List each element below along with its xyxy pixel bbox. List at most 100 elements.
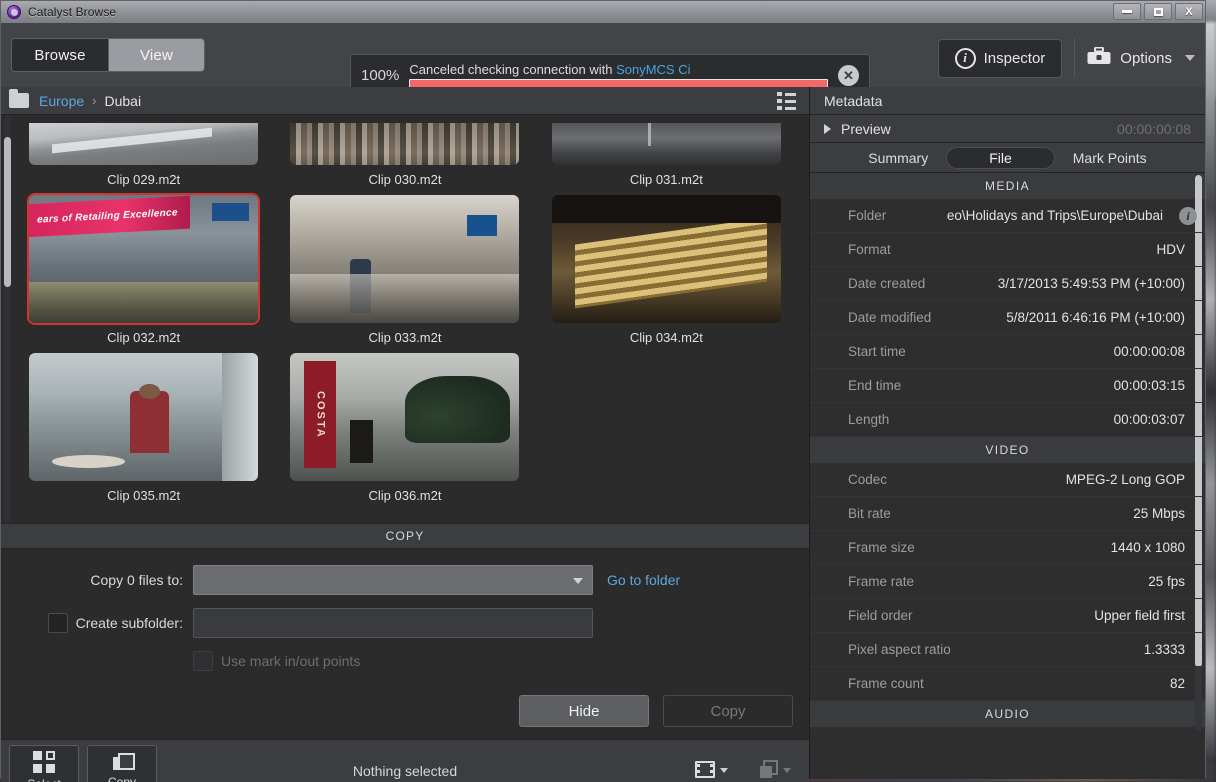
hide-button[interactable]: Hide (519, 695, 649, 727)
metadata-value: 3/17/2013 5:49:53 PM (+10:00) (997, 276, 1185, 291)
tab-mark-points[interactable]: Mark Points (1055, 147, 1165, 169)
clip-item[interactable]: ears of Retailing Excellence Clip 032.m2… (13, 187, 274, 345)
inspector-button[interactable]: i Inspector (937, 38, 1063, 78)
clip-thumbnail-detail (221, 353, 259, 481)
clip-label: Clip 029.m2t (107, 172, 181, 187)
clip-scrollbar-thumb[interactable] (4, 137, 11, 287)
clip-thumbnail-detail (405, 376, 511, 443)
clip-thumbnail-detail (29, 282, 259, 323)
file-mode-button[interactable]: File (695, 761, 729, 782)
clip-thumbnail-detail (350, 419, 373, 464)
copy-destination-row: Copy 0 files to: Go to folder (1, 565, 809, 595)
window-title: Catalyst Browse (28, 5, 117, 19)
clip-thumbnail-image (551, 195, 781, 323)
chevron-down-icon[interactable] (720, 768, 729, 773)
clip-thumbnail[interactable] (290, 195, 520, 323)
chevron-down-icon[interactable] (783, 768, 792, 773)
clip-thumbnail[interactable] (551, 195, 781, 323)
metadata-row-pixel-aspect-ratio: Pixel aspect ratio 1.3333 (810, 633, 1205, 667)
options-button[interactable]: Options (1087, 46, 1195, 70)
clip-label: Clip 033.m2t (368, 330, 442, 345)
progress-body: Canceled checking connection with SonyMC… (409, 62, 828, 90)
toolbox-icon (1087, 46, 1111, 70)
metadata-key: Format (848, 242, 891, 257)
metadata-tabs: Summary File Mark Points (810, 143, 1205, 173)
clip-item[interactable]: Clip 030.m2t (274, 115, 535, 187)
subfolder-name-input[interactable] (193, 608, 593, 638)
clip-thumbnail-image (290, 195, 520, 323)
tab-summary[interactable]: Summary (850, 147, 946, 169)
metadata-row-frame-size: Frame size 1440 x 1080 (810, 531, 1205, 565)
clip-item[interactable]: Clip 034.m2t (536, 187, 797, 345)
clip-thumbnail[interactable] (29, 123, 259, 165)
browser-pane: Europe › Dubai Clip 029.m2t Clip 030.m2t… (1, 87, 809, 782)
go-to-folder-link[interactable]: Go to folder (607, 572, 680, 588)
folder-icon (9, 89, 29, 108)
clip-list-button[interactable]: Clip List (754, 760, 797, 782)
tab-view[interactable]: View (108, 39, 204, 71)
minimize-button[interactable] (1113, 3, 1141, 20)
list-view-icon[interactable] (777, 92, 797, 110)
preview-timecode: 00:00:00:08 (1117, 120, 1191, 137)
clip-thumbnail[interactable] (290, 123, 520, 165)
clip-thumbnail[interactable]: COSTA (290, 353, 520, 481)
clip-label: Clip 030.m2t (368, 172, 442, 187)
chevron-down-icon[interactable] (573, 578, 583, 584)
close-icon[interactable]: ✕ (838, 65, 859, 86)
triangle-right-icon[interactable] (824, 123, 831, 134)
use-mark-points-row: Use mark in/out points (1, 651, 809, 671)
clip-thumbnail[interactable] (29, 353, 259, 481)
clip-thumbnail-detail (350, 259, 371, 313)
metadata-value: 82 (1169, 676, 1185, 691)
clip-grid-scroll-area[interactable]: Clip 029.m2t Clip 030.m2t Clip 031.m2t e… (1, 115, 809, 523)
clip-thumbnail-detail (212, 202, 249, 221)
metadata-key: Frame count (848, 676, 924, 691)
clip-thumbnail[interactable] (551, 123, 781, 165)
metadata-row-format: Format HDV (810, 233, 1205, 267)
minimize-icon (1122, 10, 1132, 13)
preview-row[interactable]: Preview 00:00:00:08 (810, 115, 1205, 143)
chevron-down-icon[interactable] (1185, 55, 1195, 61)
clip-item[interactable]: Clip 029.m2t (13, 115, 274, 187)
progress-percent: 100% (361, 67, 400, 84)
progress-message-text: Canceled checking connection with (409, 61, 617, 77)
metadata-row-start-time: Start time 00:00:00:08 (810, 335, 1205, 369)
clip-thumbnail-selected[interactable]: ears of Retailing Excellence (29, 195, 259, 323)
metadata-value: 00:00:03:07 (1113, 412, 1185, 427)
preview-label: Preview (841, 120, 891, 137)
metadata-key: Date modified (848, 310, 932, 325)
metadata-row-folder: Folder eo\Holidays and Trips\Europe\Duba… (810, 199, 1205, 233)
clip-thumbnail-image (290, 123, 520, 165)
breadcrumb-item-europe[interactable]: Europe (39, 93, 84, 109)
clip-item[interactable]: COSTA Clip 036.m2t (274, 345, 535, 503)
metadata-key: Field order (848, 608, 913, 623)
metadata-key: Pixel aspect ratio (848, 642, 951, 657)
copy-destination-combobox[interactable] (193, 565, 593, 595)
maximize-button[interactable] (1144, 3, 1172, 20)
metadata-section-media: MEDIA (810, 173, 1205, 199)
clip-label: Clip 034.m2t (629, 330, 703, 345)
metadata-scroll-area[interactable]: MEDIA Folder eo\Holidays and Trips\Europ… (810, 173, 1205, 731)
clip-item[interactable]: Clip 033.m2t (274, 187, 535, 345)
create-subfolder-checkbox[interactable] (47, 613, 68, 633)
metadata-value: 1.3333 (1143, 642, 1185, 657)
clip-item-empty (536, 345, 797, 503)
tab-browse[interactable]: Browse (12, 39, 108, 71)
clip-thumbnail-detail (129, 391, 169, 453)
info-circle-icon[interactable]: i (1179, 207, 1197, 225)
clip-item[interactable]: Clip 035.m2t (13, 345, 274, 503)
close-button[interactable]: X (1175, 3, 1203, 20)
clip-thumbnail-overlay-text: ears of Retailing Excellence (29, 195, 190, 238)
clip-thumbnail-detail (466, 215, 497, 236)
tab-file[interactable]: File (946, 146, 1055, 169)
metadata-row-frame-count: Frame count 82 (810, 667, 1205, 701)
clip-item[interactable]: Clip 031.m2t (536, 115, 797, 187)
catalyst-logo-icon (7, 5, 21, 19)
metadata-key: Codec (848, 472, 888, 487)
screen: Catalyst Browse X Browse View 100% Cance… (0, 0, 1216, 782)
use-mark-points-checkbox[interactable] (193, 651, 213, 671)
breadcrumb: Europe › Dubai (1, 87, 809, 115)
copy-button[interactable]: Copy (663, 695, 793, 727)
progress-message-link[interactable]: SonyMCS Ci (616, 62, 690, 77)
clip-grid: Clip 029.m2t Clip 030.m2t Clip 031.m2t e… (1, 115, 809, 503)
